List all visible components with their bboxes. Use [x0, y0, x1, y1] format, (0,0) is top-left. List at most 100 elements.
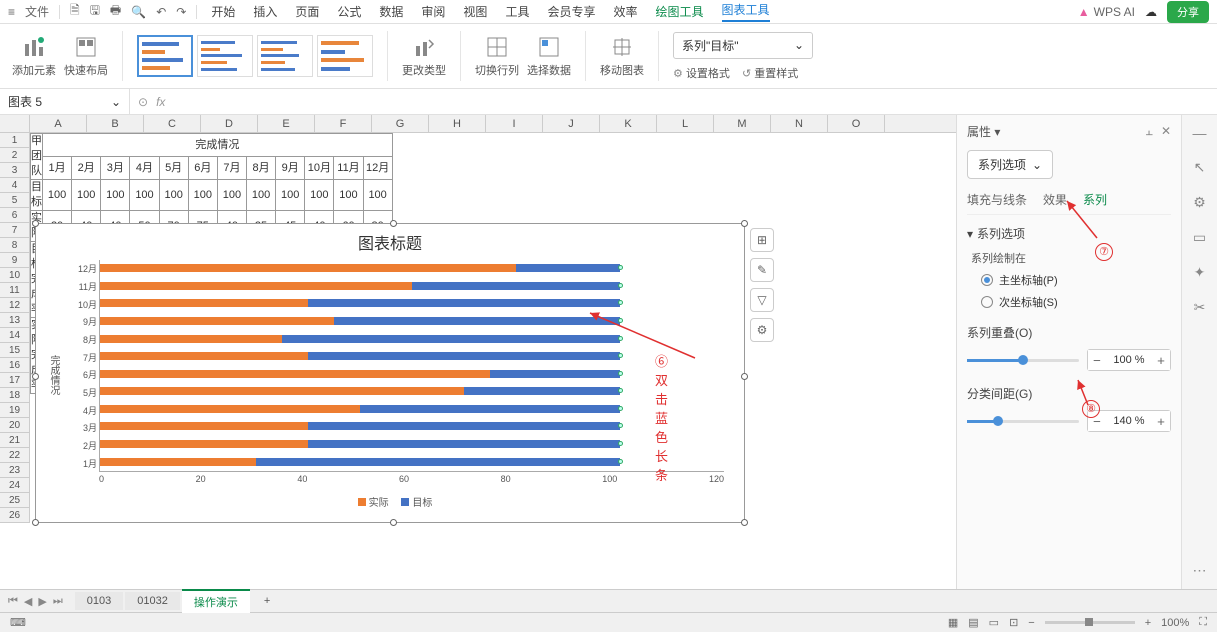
row-7[interactable]: 7 — [0, 223, 30, 238]
tab-member[interactable]: 会员专享 — [547, 3, 595, 20]
row-12[interactable]: 12 — [0, 298, 30, 313]
zoom-slider[interactable] — [1045, 621, 1135, 624]
pane-tab-fill[interactable]: 填充与线条 — [967, 191, 1027, 208]
view-reading-icon[interactable]: ⊡ — [1009, 616, 1018, 629]
tab-home[interactable]: 开始 — [211, 3, 235, 20]
row-14[interactable]: 14 — [0, 328, 30, 343]
tab-insert[interactable]: 插入 — [253, 3, 277, 20]
chart-elements-button[interactable]: ⊞ — [750, 228, 774, 252]
row-20[interactable]: 20 — [0, 418, 30, 433]
col-E[interactable]: E — [258, 115, 315, 132]
gap-spinbox[interactable]: − 140 % + — [1087, 410, 1171, 432]
view-grid-icon[interactable]: ▤ — [968, 616, 978, 629]
row-6[interactable]: 6 — [0, 208, 30, 223]
new-icon[interactable]: 🗎 — [70, 1, 80, 22]
row-17[interactable]: 17 — [0, 373, 30, 388]
pane-tab-effect[interactable]: 效果 — [1043, 191, 1067, 208]
sheet-tab-0[interactable]: 0103 — [75, 592, 123, 610]
overlap-slider[interactable] — [967, 359, 1079, 362]
zoom-value[interactable]: 100% — [1161, 617, 1189, 629]
zoom-in-button[interactable]: + — [1145, 617, 1151, 629]
col-D[interactable]: D — [201, 115, 258, 132]
switch-rc-button[interactable]: 切换行列 — [475, 34, 519, 78]
quick-layout-button[interactable]: 快速布局 — [64, 34, 108, 78]
rail-minus-icon[interactable]: — — [1193, 125, 1207, 141]
chart-object[interactable]: 图表标题 完成情况 1月2月3月4月5月6月7月8月9月10月11月12月 02… — [35, 223, 745, 523]
next-sheet-icon[interactable]: ▶ — [38, 595, 46, 608]
tab-data[interactable]: 数据 — [379, 3, 403, 20]
chart-legend[interactable]: 实际 目标 — [36, 490, 744, 513]
redo-icon[interactable]: ↷ — [176, 5, 186, 19]
series-options-header[interactable]: ▾ 系列选项 — [967, 225, 1171, 242]
col-B[interactable]: B — [87, 115, 144, 132]
row-3[interactable]: 3 — [0, 163, 30, 178]
style-2[interactable] — [197, 35, 253, 77]
radio-secondary-axis[interactable]: 次坐标轴(S) — [981, 294, 1171, 310]
row-26[interactable]: 26 — [0, 508, 30, 523]
close-icon[interactable]: ✕ — [1161, 124, 1171, 139]
col-C[interactable]: C — [144, 115, 201, 132]
row-22[interactable]: 22 — [0, 448, 30, 463]
rail-crop-icon[interactable]: ✂ — [1194, 299, 1206, 316]
print-icon[interactable]: 🖶 — [110, 1, 121, 22]
change-type-button[interactable]: 更改类型 — [402, 34, 446, 78]
row-13[interactable]: 13 — [0, 313, 30, 328]
row-8[interactable]: 8 — [0, 238, 30, 253]
move-chart-button[interactable]: 移动图表 — [600, 34, 644, 78]
col-H[interactable]: H — [429, 115, 486, 132]
add-element-button[interactable]: 添加元素 — [12, 34, 56, 78]
overlap-spinbox[interactable]: − 100 % + — [1087, 349, 1171, 371]
chart-style-gallery[interactable] — [137, 35, 373, 77]
sheet-tab-1[interactable]: 01032 — [125, 592, 180, 610]
col-F[interactable]: F — [315, 115, 372, 132]
chart-title[interactable]: 图表标题 — [36, 224, 744, 260]
increment-button[interactable]: + — [1152, 350, 1170, 370]
row-23[interactable]: 23 — [0, 463, 30, 478]
sheet-tab-2[interactable]: 操作演示 — [182, 589, 250, 613]
row-24[interactable]: 24 — [0, 478, 30, 493]
row-2[interactable]: 2 — [0, 148, 30, 163]
col-J[interactable]: J — [543, 115, 600, 132]
col-O[interactable]: O — [828, 115, 885, 132]
chart-settings-button[interactable]: ⚙ — [750, 318, 774, 342]
rail-select-icon[interactable]: ↖ — [1194, 159, 1206, 176]
chart-bars[interactable] — [99, 260, 724, 472]
tab-chart-tools[interactable]: 图表工具 — [722, 1, 770, 22]
first-sheet-icon[interactable]: ⏮ — [8, 595, 18, 608]
zoom-out-button[interactable]: − — [1028, 617, 1034, 629]
col-G[interactable]: G — [372, 115, 429, 132]
tab-page[interactable]: 页面 — [295, 3, 319, 20]
tab-efficiency[interactable]: 效率 — [613, 3, 637, 20]
decrement-button[interactable]: − — [1088, 350, 1106, 370]
row-4[interactable]: 4 — [0, 178, 30, 193]
row-19[interactable]: 19 — [0, 403, 30, 418]
prev-sheet-icon[interactable]: ◀ — [24, 595, 32, 608]
set-format-button[interactable]: ⚙ 设置格式 — [673, 65, 730, 81]
tab-tools[interactable]: 工具 — [505, 3, 529, 20]
row-25[interactable]: 25 — [0, 493, 30, 508]
pin-icon[interactable]: ⫠ — [1146, 124, 1153, 139]
col-L[interactable]: L — [657, 115, 714, 132]
style-4[interactable] — [317, 35, 373, 77]
select-data-button[interactable]: 选择数据 — [527, 34, 571, 78]
radio-primary-axis[interactable]: 主坐标轴(P) — [981, 272, 1171, 288]
row-9[interactable]: 9 — [0, 253, 30, 268]
rail-settings-icon[interactable]: ⚙ — [1193, 194, 1206, 211]
undo-icon[interactable]: ↶ — [156, 5, 166, 19]
row-21[interactable]: 21 — [0, 433, 30, 448]
col-A[interactable]: A — [30, 115, 87, 132]
col-K[interactable]: K — [600, 115, 657, 132]
style-3[interactable] — [257, 35, 313, 77]
status-mode-icon[interactable]: ⌨ — [10, 616, 26, 629]
cloud-icon[interactable]: ☁ — [1145, 5, 1157, 19]
save-icon[interactable]: 🖫 — [90, 1, 100, 22]
rail-sparkle-icon[interactable]: ✦ — [1194, 264, 1206, 281]
style-1[interactable] — [137, 35, 193, 77]
tab-draw-tools[interactable]: 绘图工具 — [655, 3, 703, 20]
col-I[interactable]: I — [486, 115, 543, 132]
file-menu[interactable]: 文件 — [25, 3, 49, 20]
preview-icon[interactable]: 🔍 — [131, 5, 146, 19]
name-box[interactable]: 图表 5 ⌄ — [0, 89, 130, 114]
col-M[interactable]: M — [714, 115, 771, 132]
row-18[interactable]: 18 — [0, 388, 30, 403]
